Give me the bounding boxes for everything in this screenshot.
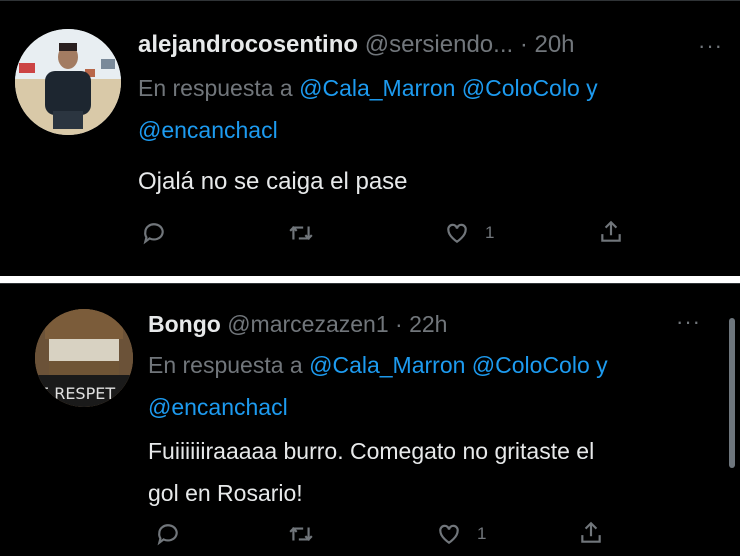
- reply-button[interactable]: [155, 521, 181, 547]
- retweet-button[interactable]: [287, 521, 315, 547]
- retweet-button[interactable]: [287, 220, 315, 246]
- username[interactable]: alejandrocosentino: [138, 31, 358, 58]
- user-handle[interactable]: @marcezazen1: [227, 311, 388, 337]
- more-options-icon[interactable]: ···: [698, 33, 723, 59]
- mention-link[interactable]: @ColoColo: [472, 352, 590, 378]
- reply-button[interactable]: [141, 220, 167, 246]
- username[interactable]: Bongo: [148, 311, 221, 337]
- mention-link[interactable]: @ColoColo: [462, 75, 580, 101]
- heart-icon: [439, 524, 459, 544]
- mention-link[interactable]: @encanchacl: [138, 117, 278, 143]
- avatar[interactable]: E RESPET: [35, 309, 133, 407]
- retweet-icon: [289, 226, 313, 240]
- reply-context-line2: @encanchacl: [138, 117, 278, 144]
- like-button[interactable]: 1: [435, 521, 486, 547]
- like-count: 1: [485, 223, 495, 242]
- share-button[interactable]: [598, 219, 624, 245]
- like-count: 1: [477, 524, 487, 543]
- more-options-icon[interactable]: ···: [676, 309, 701, 335]
- tweet-text: Ojalá no se caiga el pase: [138, 168, 408, 195]
- tweet-header: Bongo @marcezazen1 · 22h: [148, 311, 447, 338]
- avatar-photo: E RESPET: [35, 309, 133, 407]
- reply-prefix: En respuesta a: [138, 75, 293, 101]
- scrollbar[interactable]: [729, 318, 735, 468]
- timeline-separator: [0, 276, 740, 283]
- reply-icon: [143, 223, 164, 245]
- user-handle[interactable]: @sersiendo...: [365, 31, 513, 58]
- tweet-2[interactable]: E RESPET Bongo @marcezazen1 · 22h ··· En…: [0, 283, 740, 556]
- reply-context: En respuesta a @Cala_Marron @ColoColo y: [138, 75, 598, 102]
- share-button[interactable]: [578, 520, 604, 546]
- share-icon: [601, 220, 621, 242]
- reply-context-line2: @encanchacl: [148, 394, 288, 421]
- timestamp[interactable]: · 20h: [520, 31, 575, 58]
- tweet-1[interactable]: alejandrocosentino @sersiendo... · 20h ·…: [0, 0, 740, 277]
- tweet-text-line1: Fuiiiiiiraaaaa burro. Comegato no gritas…: [148, 438, 595, 464]
- share-icon: [581, 521, 601, 543]
- mention-conjunction: y: [586, 75, 598, 101]
- avatar[interactable]: [15, 29, 121, 135]
- like-button[interactable]: 1: [443, 220, 494, 246]
- tweet-text-line2: gol en Rosario!: [148, 480, 303, 506]
- reply-prefix: En respuesta a: [148, 352, 303, 378]
- mention-conjunction: y: [596, 352, 608, 378]
- heart-icon: [447, 223, 467, 243]
- mention-link[interactable]: @encanchacl: [148, 394, 288, 420]
- avatar-caption: E RESPET: [39, 384, 115, 403]
- retweet-icon: [289, 527, 313, 541]
- mention-link[interactable]: @Cala_Marron: [299, 75, 455, 101]
- reply-context: En respuesta a @Cala_Marron @ColoColo y: [148, 352, 608, 379]
- reply-icon: [157, 524, 178, 546]
- tweet-header: alejandrocosentino @sersiendo... · 20h: [138, 31, 575, 59]
- timestamp[interactable]: · 22h: [395, 311, 447, 337]
- mention-link[interactable]: @Cala_Marron: [309, 352, 465, 378]
- avatar-photo: [15, 29, 121, 135]
